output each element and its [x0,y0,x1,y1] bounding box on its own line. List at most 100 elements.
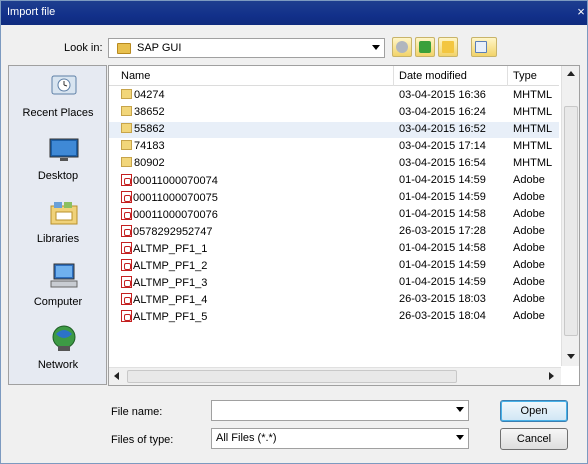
file-name-text: 80902 [134,157,165,169]
file-name: ALTMP_PF1_4 [121,293,207,306]
file-row[interactable]: 0578292952747 26-03-2015 17:28 Adobe [109,224,559,240]
vertical-scrollbar[interactable] [561,66,579,366]
file-name-text: 04274 [134,89,165,101]
pdf-file-icon [121,293,132,305]
place-label: Libraries [36,233,80,245]
look-in-label-text: Look in: [64,42,103,54]
back-icon [396,41,408,53]
file-name-text: 74183 [134,140,165,152]
file-type: Adobe [513,208,545,220]
pdf-file-icon [121,259,132,271]
network-icon [48,324,80,354]
file-row[interactable]: 00011000070076 01-04-2015 14:58 Adobe [109,207,559,223]
place-desktop[interactable]: Desktop [17,131,109,189]
up-folder-icon [419,41,431,53]
file-row[interactable]: 55862 03-04-2015 16:52 MHTML [109,122,559,138]
file-name: ALTMP_PF1_2 [121,259,207,272]
file-name: 38652 [121,106,165,118]
file-row[interactable]: ALTMP_PF1_3 01-04-2015 14:59 Adobe [109,275,559,291]
scroll-up-icon[interactable] [567,71,575,76]
file-row[interactable]: ALTMP_PF1_2 01-04-2015 14:59 Adobe [109,258,559,274]
file-name-text: ALTMP_PF1_4 [133,294,208,306]
place-label: Desktop [37,170,79,182]
file-name: 0578292952747 [121,225,213,238]
file-date: 01-04-2015 14:58 [399,208,486,220]
file-row[interactable]: 00011000070075 01-04-2015 14:59 Adobe [109,190,559,206]
horizontal-scroll-thumb[interactable] [127,370,457,383]
file-date: 26-03-2015 17:28 [399,225,486,237]
column-header-type[interactable]: Type [513,70,537,82]
file-row[interactable]: ALTMP_PF1_1 01-04-2015 14:58 Adobe [109,241,559,257]
computer-icon [48,261,80,291]
file-date: 26-03-2015 18:03 [399,293,486,305]
place-label: Recent Places [22,107,94,119]
open-button-label: Open [520,405,548,417]
file-name-text: ALTMP_PF1_5 [133,311,208,323]
file-list: Name Date modified Type 04274 03-04-2015… [108,65,580,386]
vertical-scroll-thumb[interactable] [564,106,578,336]
back-button[interactable] [392,37,412,57]
file-name: 00011000070076 [121,208,218,221]
place-label: Computer [33,296,83,308]
file-date: 01-04-2015 14:59 [399,191,486,203]
file-date: 03-04-2015 16:36 [399,89,486,101]
file-type: Adobe [513,242,545,254]
place-label: Network [37,359,79,371]
pdf-file-icon [121,208,132,220]
file-name-text: ALTMP_PF1_1 [133,243,208,255]
file-row[interactable]: 04274 03-04-2015 16:36 MHTML [109,88,559,104]
place-libraries[interactable]: Libraries [17,194,109,252]
file-name-text: ALTMP_PF1_2 [133,260,208,272]
file-row[interactable]: 80902 03-04-2015 16:54 MHTML [109,156,559,172]
file-type: MHTML [513,106,553,118]
folder-icon [121,123,132,133]
place-network[interactable]: Network [17,320,109,378]
new-folder-button[interactable] [438,37,458,57]
pdf-file-icon [121,310,132,322]
file-type: MHTML [513,140,553,152]
chevron-down-icon[interactable] [456,435,464,440]
file-row[interactable]: 74183 03-04-2015 17:14 MHTML [109,139,559,155]
file-row[interactable]: ALTMP_PF1_5 26-03-2015 18:04 Adobe [109,309,559,325]
file-name: 55862 [121,123,165,135]
column-header-name[interactable]: Name [121,70,150,82]
file-type: Adobe [513,225,545,237]
file-name-field[interactable] [211,400,469,421]
chevron-down-icon[interactable] [372,45,380,50]
file-type: Adobe [513,310,545,322]
scroll-left-icon[interactable] [114,372,119,380]
file-name: ALTMP_PF1_3 [121,276,207,289]
cancel-button[interactable]: Cancel [500,428,568,450]
look-in-dropdown[interactable]: SAP GUI [108,38,385,58]
desktop-icon [48,135,80,165]
up-folder-button[interactable] [415,37,435,57]
file-date: 26-03-2015 18:04 [399,310,486,322]
file-type-select[interactable]: All Files (*.*) [211,428,469,449]
place-recent-places[interactable]: Recent Places [17,68,109,126]
file-name: 74183 [121,140,165,152]
horizontal-scrollbar[interactable] [109,367,561,385]
file-row[interactable]: 00011000070074 01-04-2015 14:59 Adobe [109,173,559,189]
libraries-icon [48,198,80,228]
pdf-file-icon [121,242,132,254]
file-type: Adobe [513,191,545,203]
file-row[interactable]: ALTMP_PF1_4 26-03-2015 18:03 Adobe [109,292,559,308]
column-header-date[interactable]: Date modified [399,70,467,82]
file-name-text: 00011000070075 [133,192,218,204]
scroll-down-icon[interactable] [567,354,575,359]
close-icon[interactable]: × [575,5,587,21]
file-name-text: ALTMP_PF1_3 [133,277,208,289]
place-computer[interactable]: Computer [17,257,109,315]
file-type: Adobe [513,174,545,186]
file-name: ALTMP_PF1_1 [121,242,207,255]
folder-icon [121,140,132,150]
view-menu-button[interactable] [471,37,497,57]
folder-icon [121,157,132,167]
title-bar: Import file × [1,1,587,25]
chevron-down-icon[interactable] [456,407,464,412]
file-type: Adobe [513,293,545,305]
file-row[interactable]: 38652 03-04-2015 16:24 MHTML [109,105,559,121]
open-button[interactable]: Open [500,400,568,422]
scroll-right-icon[interactable] [549,372,554,380]
file-type: MHTML [513,89,553,101]
